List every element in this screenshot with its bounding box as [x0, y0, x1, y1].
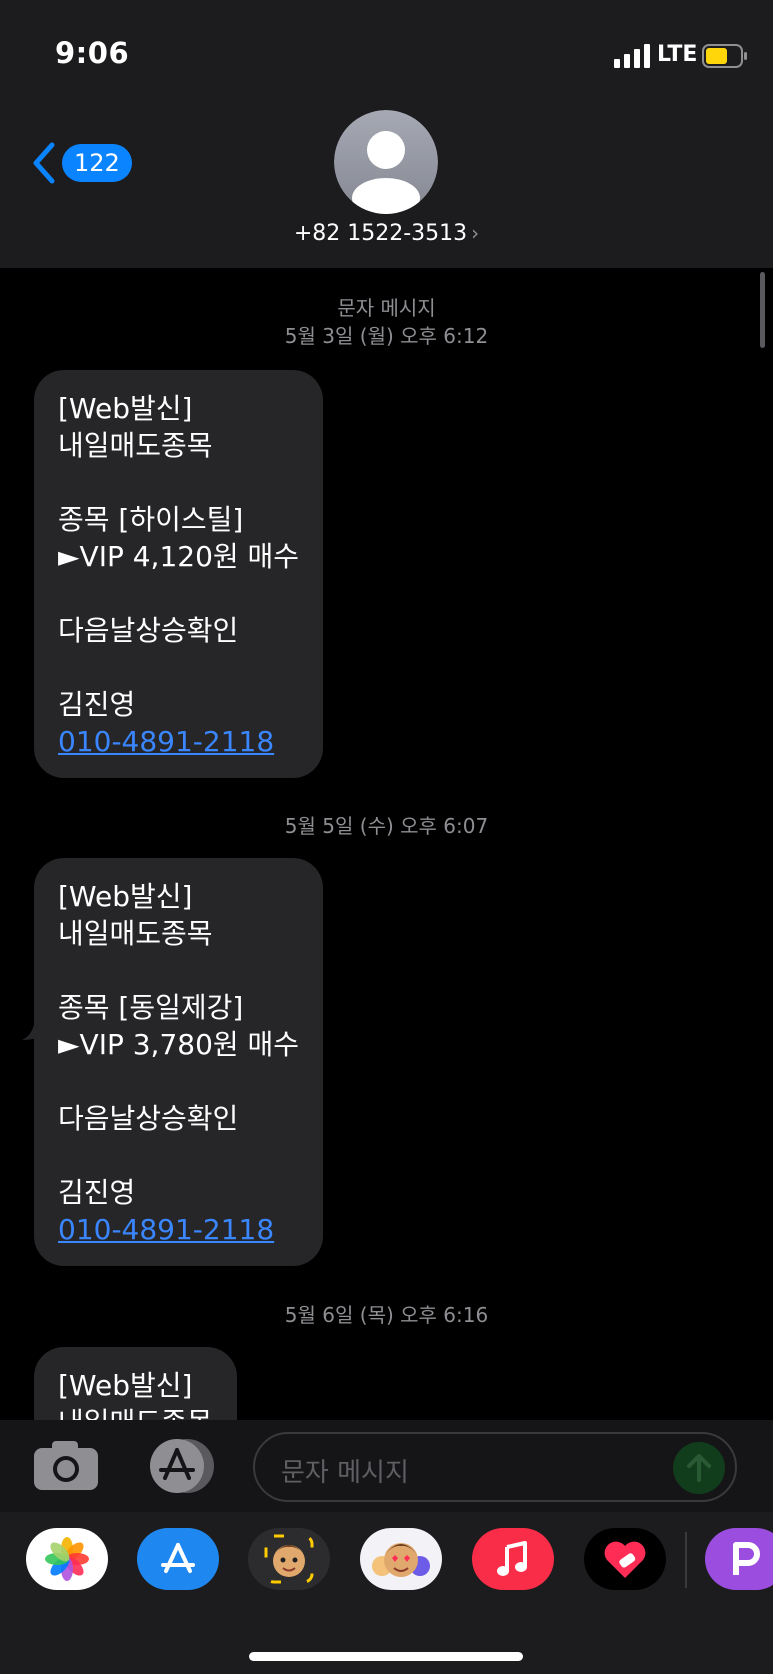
message-timestamp: 5월 6일 (목) 오후 6:16: [284, 1303, 489, 1327]
message-input[interactable]: 문자 메시지: [253, 1432, 737, 1502]
camera-icon[interactable]: [32, 1438, 100, 1492]
message-timestamp: 5월 3일 (월) 오후 6:12: [284, 324, 489, 348]
memoji-hearts-icon: [372, 1543, 430, 1577]
dock-divider: [685, 1532, 687, 1588]
message-line: [58, 464, 299, 501]
status-time: 9:06: [55, 36, 130, 70]
message-line: [Web발신]: [58, 880, 193, 913]
music-note-icon: [497, 1541, 527, 1576]
message-line: ►VIP 4,120원 매수: [58, 540, 300, 573]
music-icon[interactable]: [472, 1528, 554, 1590]
chevron-right-icon: ›: [471, 221, 480, 245]
battery-icon: [702, 44, 747, 68]
photos-flower-icon: [45, 1537, 89, 1581]
p-app-icon[interactable]: [705, 1528, 773, 1590]
arrow-up-icon: [687, 1454, 711, 1482]
app-store-glyph-icon: [161, 1543, 195, 1573]
message-bubble[interactable]: [Web발신] 내일매도종목: [34, 1347, 237, 1420]
contact-name-button[interactable]: +82 1522-3513 ›: [0, 221, 773, 246]
heart-app-icon[interactable]: [584, 1528, 666, 1590]
message-line: [58, 1063, 299, 1100]
contact-number: +82 1522-3513: [293, 221, 468, 246]
contact-avatar[interactable]: [334, 110, 438, 214]
message-line: 김진영: [58, 688, 136, 721]
send-button[interactable]: [673, 1442, 725, 1494]
status-bar: 9:06 LTE: [0, 0, 773, 110]
person-icon: [334, 110, 438, 214]
message-line: 내일매도종목: [58, 917, 213, 950]
message-line: 내일매도종목: [58, 429, 213, 462]
message-input-placeholder: 문자 메시지: [281, 1458, 409, 1488]
conversation-header: 122 +82 1522-3513 ›: [0, 110, 773, 269]
message-bubble[interactable]: [Web발신] 내일매도종목 종목 [동일제강] ►VIP 3,780원 매수 …: [34, 858, 324, 1266]
message-bubble[interactable]: [Web발신] 내일매도종목 종목 [하이스틸] ►VIP 4,120원 매수 …: [34, 370, 324, 778]
scroll-indicator[interactable]: [760, 272, 765, 348]
message-line: [58, 952, 299, 989]
memoji-camera-icon[interactable]: [248, 1528, 330, 1590]
phone-link[interactable]: 010-4891-2118: [58, 723, 299, 760]
letter-p-icon: [733, 1542, 760, 1575]
message-line: 김진영: [58, 1176, 136, 1209]
memoji-stickers-icon[interactable]: [360, 1528, 442, 1590]
message-thread[interactable]: 문자 메시지 5월 3일 (월) 오후 6:12 [Web발신] 내일매도종목 …: [0, 268, 773, 1420]
message-line: [58, 575, 299, 612]
message-line: [Web발신]: [58, 1369, 193, 1402]
message-line: 다음날상승확인: [58, 1102, 239, 1135]
app-store-icon[interactable]: [143, 1438, 219, 1494]
network-label: LTE: [657, 42, 698, 67]
message-line: 종목 [하이스틸]: [58, 503, 244, 536]
message-line: 종목 [동일제강]: [58, 991, 244, 1024]
message-line: 다음날상승확인: [58, 614, 239, 647]
signal-icon: [614, 44, 650, 68]
phone-link[interactable]: 010-4891-2118: [58, 1211, 299, 1248]
unread-count-badge: 122: [62, 144, 132, 182]
imessage-app-drawer: [0, 1512, 773, 1674]
service-label: 문자 메시지: [337, 296, 436, 320]
message-timestamp: 5월 5일 (수) 오후 6:07: [284, 814, 489, 838]
chevron-left-icon: [33, 142, 55, 184]
photos-icon[interactable]: [26, 1528, 108, 1590]
message-line: 내일매도종목: [58, 1404, 213, 1420]
back-button[interactable]: 122: [30, 140, 132, 186]
app-store-icon[interactable]: [137, 1528, 219, 1590]
message-line: [58, 1137, 299, 1174]
message-line: ►VIP 3,780원 매수: [58, 1028, 300, 1061]
memoji-face-icon: [264, 1534, 314, 1584]
message-line: [Web발신]: [58, 392, 193, 425]
home-indicator[interactable]: [249, 1652, 523, 1661]
compose-bar: 문자 메시지: [0, 1420, 773, 1512]
heart-sticker-icon: [604, 1541, 646, 1578]
message-line: [58, 649, 299, 686]
